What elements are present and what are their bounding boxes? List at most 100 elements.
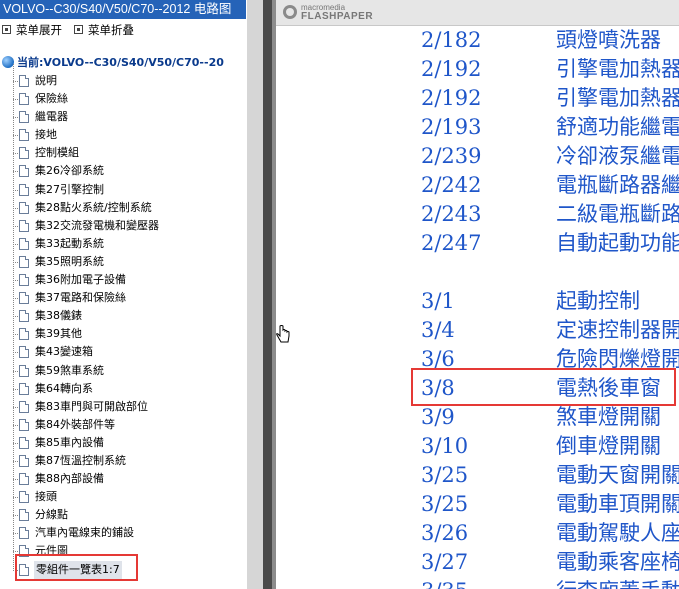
document-icon	[19, 418, 29, 431]
highlight-box-selected-item	[15, 554, 138, 581]
tree-item[interactable]: 分線點	[0, 506, 247, 524]
tree-item-label: 接地	[35, 128, 57, 142]
tree-item[interactable]: 集26冷卻系統	[0, 162, 247, 180]
document-icon	[19, 129, 29, 142]
splitter-bar[interactable]	[247, 0, 263, 589]
splitter-grip[interactable]	[247, 0, 263, 589]
index-row: 3/9 煞車燈開關	[276, 403, 679, 431]
tree-item-label: 集83車門與可開啟部位	[35, 399, 148, 413]
tree-item[interactable]: 集38儀錶	[0, 307, 247, 325]
tree-item-label: 集35照明系統	[35, 254, 104, 268]
tree-item-label: 集28點火系統/控制系統	[35, 200, 152, 214]
index-row: 3/35 行李廂蓋手動	[276, 577, 679, 589]
document-icon	[19, 183, 29, 196]
component-description: 引擎電加熱器	[556, 86, 679, 110]
menu-controls: 菜单展开 菜单折叠	[0, 21, 144, 39]
page-reference: 3/35	[421, 577, 468, 589]
page-reference: 3/1	[421, 289, 455, 313]
index-row: 3/26 電動駕駛人座	[276, 519, 679, 547]
tree-item-label: 集36附加電子設備	[35, 273, 126, 287]
tree-item-label: 集27引擎控制	[35, 182, 104, 196]
tree-item[interactable]: 集87恆溫控制系統	[0, 452, 247, 470]
index-row: 3/1 起動控制	[276, 287, 679, 315]
tree-item[interactable]: 集85車內設備	[0, 434, 247, 452]
component-description: 冷卻液泵繼電	[556, 144, 679, 168]
component-description: 煞車燈開關	[556, 405, 661, 429]
index-row: 3/25 電動天窗開關	[276, 461, 679, 489]
tree-item[interactable]: 集36附加電子設備	[0, 271, 247, 289]
document-icon	[19, 255, 29, 268]
tree-item[interactable]: 說明	[0, 72, 247, 90]
tree-item[interactable]: 集33起動系統	[0, 235, 247, 253]
index-row: 2/239 冷卻液泵繼電	[276, 142, 679, 170]
document-icon	[19, 237, 29, 250]
tree-item[interactable]: 集59煞車系統	[0, 362, 247, 380]
component-description: 電動駕駛人座	[556, 521, 679, 545]
tree-root[interactable]: 当前:VOLVO--C30/S40/V50/C70--20	[2, 54, 224, 72]
tree-item[interactable]: 集27引擎控制	[0, 181, 247, 199]
expand-menu-button[interactable]: 菜单展开	[2, 21, 62, 39]
tree-item[interactable]: 集28點火系統/控制系統	[0, 199, 247, 217]
tree-item[interactable]: 集64轉向系	[0, 380, 247, 398]
highlight-box-row	[411, 368, 676, 406]
tree-item-label: 集38儀錶	[35, 309, 82, 323]
page-reference: 2/239	[421, 144, 482, 168]
collapse-menu-button[interactable]: 菜单折叠	[74, 21, 134, 39]
index-row: 2/192 引擎電加熱器	[276, 84, 679, 112]
brand-large: FLASHPAPER	[301, 11, 374, 22]
tree-root-label: 当前:VOLVO--C30/S40/V50/C70--20	[17, 56, 224, 69]
page-reference: 3/27	[421, 550, 469, 574]
component-description: 行李廂蓋手動	[556, 577, 679, 589]
page-reference: 3/10	[421, 434, 469, 458]
tree-item[interactable]: 集37電路和保險絲	[0, 289, 247, 307]
tree-item-label: 保險絲	[35, 92, 68, 106]
component-description: 電瓶斷路器繼	[556, 173, 679, 197]
tree-item[interactable]: 集39其他	[0, 325, 247, 343]
index-row: 3/4 定速控制器開	[276, 316, 679, 344]
flashpaper-viewer: macromedia FLASHPAPER 2/182 頭燈噴洗器 2/192 引擎電…	[276, 0, 679, 589]
component-description: 電動車頂開關	[556, 492, 679, 516]
tree-item[interactable]: 集43變速箱	[0, 343, 247, 361]
tree-item[interactable]: 控制模組	[0, 144, 247, 162]
page-reference: 2/242	[421, 173, 482, 197]
tree-item[interactable]: 接地	[0, 126, 247, 144]
expand-icon	[2, 25, 11, 34]
page-reference: 2/182	[421, 28, 482, 52]
tree-item[interactable]: 集32交流發電機和變壓器	[0, 217, 247, 235]
component-description: 引擎電加熱器	[556, 57, 679, 81]
document-icon	[19, 491, 29, 504]
tree-item[interactable]: 集88內部設備	[0, 470, 247, 488]
document-icon	[19, 310, 29, 323]
index-row: 2/182 頭燈噴洗器	[276, 26, 679, 54]
document-icon	[19, 75, 29, 87]
document-icon	[19, 473, 29, 486]
tree-item[interactable]: 集83車門與可開啟部位	[0, 398, 247, 416]
tree-item[interactable]: 集84外裝部件等	[0, 416, 247, 434]
index-row: 2/243 二級電瓶斷路	[276, 200, 679, 228]
tree-item[interactable]: 繼電器	[0, 108, 247, 126]
component-description: 電動天窗開關	[556, 463, 679, 487]
tree-item[interactable]: 接頭	[0, 488, 247, 506]
tree-item-label: 集26冷卻系統	[35, 164, 104, 178]
expand-label: 菜单展开	[16, 23, 62, 37]
document-icon	[19, 93, 29, 106]
viewer-toolbar: macromedia FLASHPAPER	[276, 0, 679, 26]
tree-item[interactable]: 集35照明系統	[0, 253, 247, 271]
component-description: 舒適功能繼電	[556, 115, 679, 139]
tree-item-label: 集85車內設備	[35, 435, 104, 449]
page-reference: 3/25	[421, 463, 469, 487]
tree-item[interactable]: 汽車內電線束的鋪設	[0, 524, 247, 542]
document-icon	[19, 219, 29, 232]
frame-border	[263, 0, 272, 589]
tree-item-label: 說明	[35, 74, 57, 87]
tree-item[interactable]: 保險絲	[0, 90, 247, 108]
document-icon	[19, 346, 29, 359]
page-reference: 2/193	[421, 115, 482, 139]
tree-view: 說明保險絲繼電器接地控制模組集26冷卻系統 集27引擎控制集28點火系統/控制系統…	[0, 64, 247, 579]
tree-item-label: 集84外裝部件等	[35, 417, 115, 431]
tree-item-label: 集64轉向系	[35, 381, 93, 395]
page-reference: 2/247	[421, 231, 482, 255]
tree-item-label: 集33起動系統	[35, 236, 104, 250]
index-row: 2/242 電瓶斷路器繼	[276, 171, 679, 199]
document-icon	[19, 274, 29, 287]
